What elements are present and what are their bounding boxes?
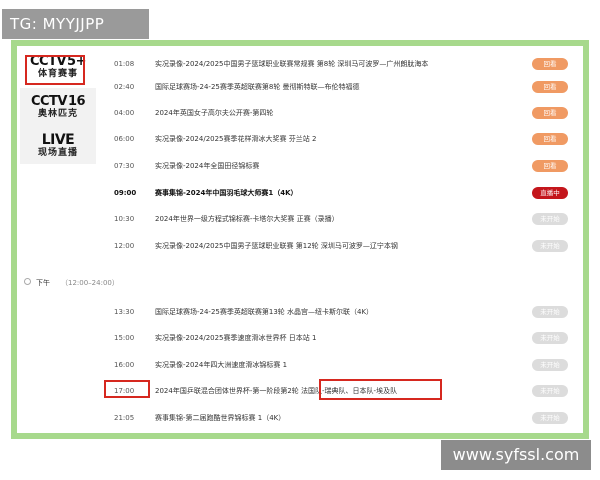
- cctv16-logo: CCTV16 奥林匹克: [30, 94, 86, 119]
- not-started-badge: 未开始: [532, 385, 568, 397]
- program-row[interactable]: 15:00 实况录像-2024/2025赛季速度滑冰世界杯 日本站 1 未开始: [107, 331, 583, 345]
- not-started-badge: 未开始: [532, 306, 568, 318]
- channel-cctv16[interactable]: CCTV16 奥林匹克: [20, 88, 96, 126]
- program-row[interactable]: 16:00 实况录像-2024年四大洲速度滑冰锦标赛 1 未开始: [107, 358, 583, 372]
- program-row[interactable]: 13:30 国际足球赛场-24-25赛季英超联赛第13轮 水晶宫—纽卡斯尔联（4…: [107, 305, 583, 319]
- program-title: 实况录像-2024年四大洲速度滑冰锦标赛 1: [155, 360, 288, 369]
- not-started-badge: 未开始: [532, 332, 568, 344]
- program-time: 21:05: [114, 414, 135, 422]
- timeline-dot: [24, 278, 31, 285]
- live-logo: LIVE 现场直播: [37, 131, 78, 158]
- highlight-box-time: [104, 380, 150, 398]
- program-time: 15:00: [114, 334, 135, 342]
- program-time: 16:00: [114, 361, 135, 369]
- schedule-panel: CCTV5+ 体育赛事 CCTV16 奥林匹克 LIVE 现场直播 01:08 …: [17, 46, 583, 433]
- program-title: 赛事集锦-第二届跑酷世界锦标赛 1（4K）: [155, 413, 286, 422]
- program-list-pm: 13:30 国际足球赛场-24-25赛季英超联赛第13轮 水晶宫—纽卡斯尔联（4…: [107, 46, 583, 433]
- source-tag: TG: MYYJJPP: [2, 9, 149, 39]
- program-row[interactable]: 21:05 赛事集锦-第二届跑酷世界锦标赛 1（4K） 未开始: [107, 411, 583, 425]
- afternoon-label: 下午: [36, 279, 50, 287]
- program-time: 13:30: [114, 308, 135, 316]
- highlight-box-teams: [319, 379, 442, 400]
- program-title: 实况录像-2024/2025赛季速度滑冰世界杯 日本站 1: [155, 333, 317, 342]
- highlight-box-channel: [25, 55, 85, 85]
- site-watermark: www.syfssl.com: [441, 440, 591, 470]
- not-started-badge: 未开始: [532, 412, 568, 424]
- channel-live[interactable]: LIVE 现场直播: [20, 126, 96, 164]
- not-started-badge: 未开始: [532, 359, 568, 371]
- program-title: 国际足球赛场-24-25赛季英超联赛第13轮 水晶宫—纽卡斯尔联（4K）: [155, 307, 374, 316]
